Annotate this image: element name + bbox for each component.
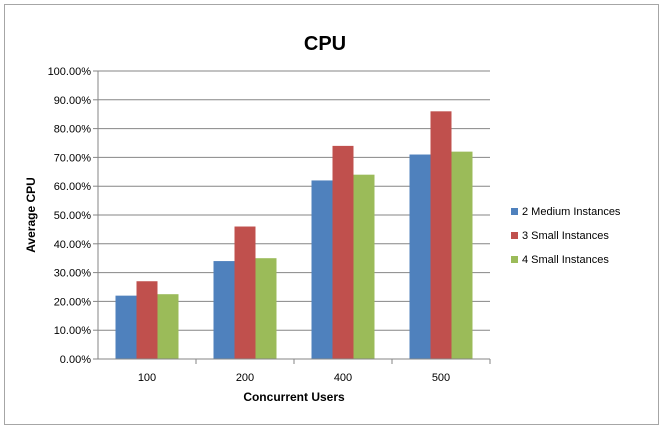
bar [136, 281, 158, 359]
bar [451, 151, 473, 359]
y-axis-title: Average CPU [24, 177, 38, 253]
bar [430, 111, 452, 359]
legend-swatch [511, 256, 518, 263]
y-tick-label: 100.00% [48, 66, 92, 78]
legend-swatch [511, 208, 518, 215]
bar [255, 258, 277, 359]
chart-title: CPU [304, 33, 346, 55]
x-axis-ticks: 100 200 400 500 [138, 359, 491, 384]
legend-swatch [511, 232, 518, 239]
y-tick-label: 80.00% [54, 124, 92, 136]
y-tick-label: 50.00% [54, 210, 92, 222]
bar [332, 145, 354, 359]
x-tick-label: 500 [432, 372, 450, 384]
cpu-bar-chart: CPU Average CPU Concurrent Users 0.00% 10… [24, 33, 621, 404]
x-tick-label: 200 [236, 372, 254, 384]
y-tick-label: 30.00% [54, 268, 92, 280]
legend-label: 4 Small Instances [522, 254, 609, 266]
bar [353, 174, 375, 359]
y-tick-label: 70.00% [54, 152, 92, 164]
legend-label: 3 Small Instances [522, 230, 609, 242]
bar [115, 295, 137, 359]
y-tick-label: 40.00% [54, 239, 92, 251]
bar [409, 154, 431, 359]
x-tick-label: 400 [334, 372, 352, 384]
bar [311, 180, 333, 359]
x-tick-label: 100 [138, 372, 156, 384]
legend-label: 2 Medium Instances [522, 206, 621, 218]
y-tick-label: 90.00% [54, 95, 92, 107]
y-tick-label: 20.00% [54, 296, 92, 308]
bar [213, 261, 235, 359]
y-tick-label: 0.00% [60, 354, 91, 366]
y-axis-ticks: 0.00% 10.00% 20.00% 30.00% 40.00% 50.00% 60.00… [48, 66, 92, 366]
bar [234, 226, 256, 359]
y-tick-label: 10.00% [54, 325, 92, 337]
bars [115, 111, 473, 359]
y-tick-label: 60.00% [54, 181, 92, 193]
legend: 2 Medium Instances 3 Small Instances 4 Sma… [511, 206, 621, 266]
bar [157, 294, 179, 359]
x-axis-title: Concurrent Users [243, 390, 345, 404]
